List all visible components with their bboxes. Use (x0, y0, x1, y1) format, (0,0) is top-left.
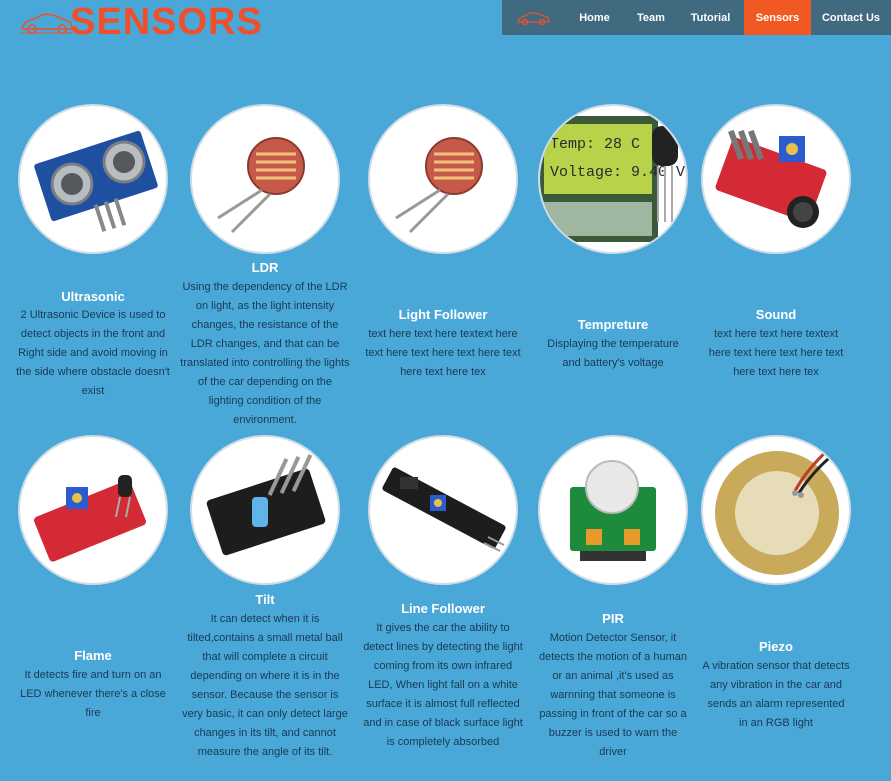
flame-sensor-image (18, 435, 168, 585)
site-logo[interactable]: SENSORS (18, 0, 263, 44)
tilt-sensor-image (190, 435, 340, 585)
sensor-title: Line Follower (401, 601, 485, 616)
sensor-title: Piezo (759, 639, 793, 654)
line-follower-image (368, 435, 518, 585)
nav-contact-us[interactable]: Contact Us (811, 0, 891, 35)
sensor-description: text here text here textext here text he… (708, 328, 844, 378)
nav-bar: Home Team Tutorial Sensors Contact Us (502, 0, 891, 35)
ultrasonic-sensor-image (18, 104, 168, 254)
svg-text:Temp: 28 C: Temp: 28 C (550, 136, 640, 153)
header: SENSORS Home Team Tutorial Sensors Conta… (0, 0, 891, 44)
sensor-title: LDR (251, 260, 279, 275)
logo-text: SENSORS (70, 1, 263, 43)
light-follower-image (368, 104, 518, 254)
sensor-description: Motion Detector Sensor, it detects the m… (539, 632, 687, 758)
sensor-description: Displaying the temperature and battery's… (547, 338, 679, 369)
sensor-description: Using the dependency of the LDR on light… (180, 281, 350, 426)
sensor-title: Flame (74, 648, 112, 663)
sensor-description: text here text here textext here text he… (365, 328, 521, 378)
ldr-image (190, 104, 340, 254)
sensor-description: It detects fire and turn on an LED whene… (20, 669, 166, 719)
sensor-description: It gives the car the ability to detect l… (363, 622, 523, 748)
nav-team[interactable]: Team (625, 0, 677, 35)
temperature-lcd-image: Temp: 28 C Voltage: 9.40 V (538, 104, 688, 254)
piezo-sensor-image (701, 435, 851, 585)
sensor-title: Tilt (255, 592, 275, 607)
nav-sensors[interactable]: Sensors (744, 0, 811, 35)
sensor-title: Tempreture (577, 317, 649, 332)
sensor-title: Light Follower (398, 307, 488, 322)
car-logo-icon (20, 13, 73, 34)
nav-car-icon[interactable] (502, 0, 564, 35)
sound-sensor-image (701, 104, 851, 254)
nav-tutorial[interactable]: Tutorial (677, 0, 744, 35)
sensor-description: 2 Ultrasonic Device is used to detect ob… (16, 309, 170, 397)
sensor-title: Ultrasonic (61, 289, 125, 304)
sensor-description: A vibration sensor that detects any vibr… (702, 660, 850, 729)
sensor-title: PIR (602, 611, 624, 626)
sensor-description: It can detect when it is tilted,contains… (182, 613, 348, 758)
pir-sensor-image (538, 435, 688, 585)
sensor-title: Sound (755, 307, 797, 322)
nav-home[interactable]: Home (564, 0, 625, 35)
